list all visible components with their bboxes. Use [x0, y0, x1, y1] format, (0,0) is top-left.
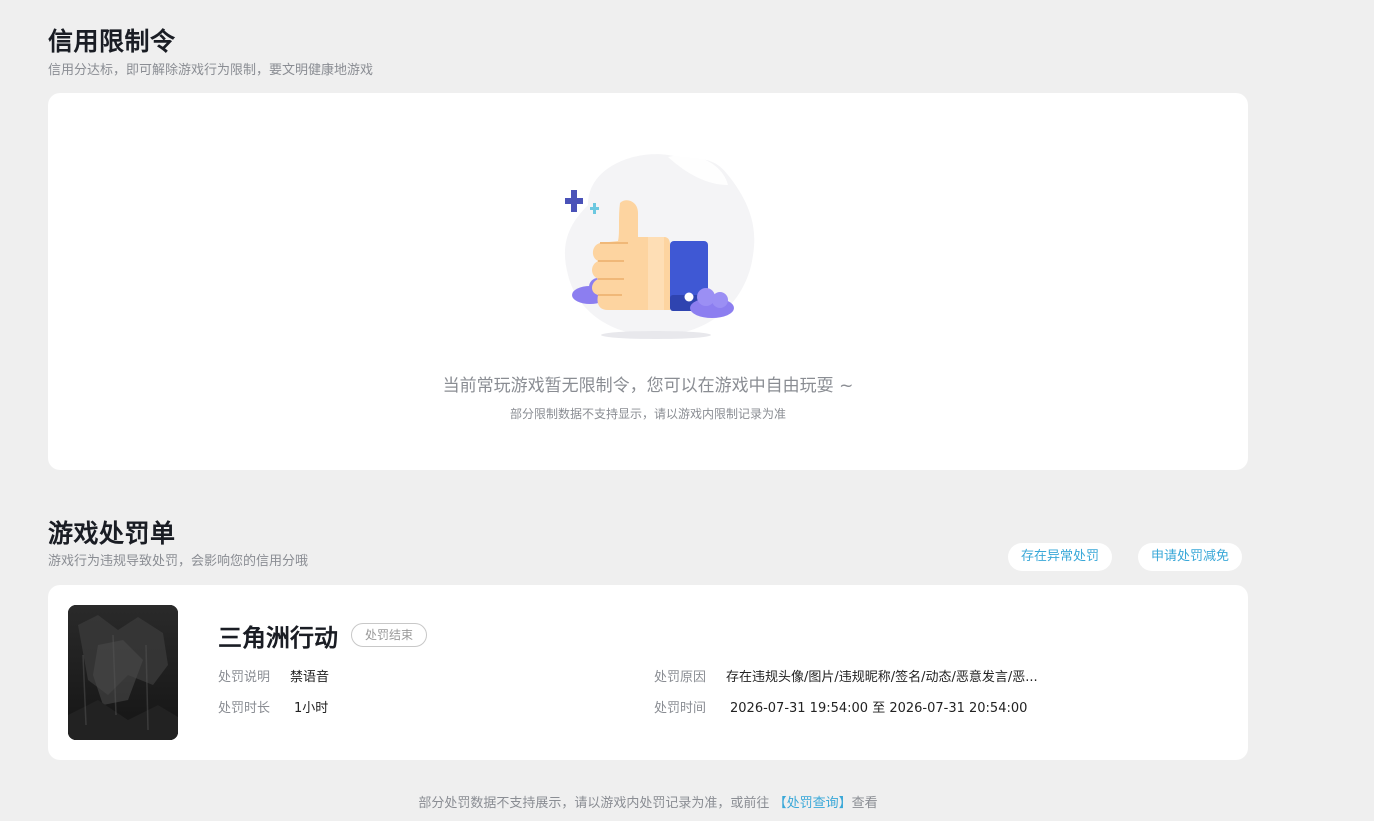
- footer-note: 部分处罚数据不支持展示，请以游戏内处罚记录为准，或前往 【处罚查询】查看: [0, 792, 1296, 811]
- thumbs-up-icon: [564, 154, 755, 339]
- penalty-section-title: 游戏处罚单: [48, 519, 176, 548]
- page: 信用限制令 信用分达标，即可解除游戏行为限制，要文明健康地游戏 当前常玩游戏暂无…: [0, 0, 1374, 821]
- status-badge: 处罚结束: [351, 623, 428, 647]
- footer-suffix: 查看: [851, 796, 878, 811]
- game-cover-image: [68, 605, 178, 740]
- reason-label: 处罚原因: [654, 670, 707, 685]
- appeal-reduction-button[interactable]: 申请处罚减免: [1138, 543, 1243, 571]
- desc-value: 禁语音: [290, 670, 330, 685]
- time-value: 2026-07-31 19:54:00 至 2026-07-31 20:54:0…: [730, 701, 1028, 716]
- penalty-query-link[interactable]: 【处罚查询】: [774, 796, 852, 811]
- duration-label: 处罚时长: [218, 701, 271, 716]
- credit-empty-card: 当前常玩游戏暂无限制令，您可以在游戏中自由玩耍 ~ 部分限制数据不支持显示，请以…: [48, 93, 1248, 470]
- game-name: 三角洲行动: [218, 624, 338, 652]
- reason-value: 存在违规头像/图片/违规昵称/签名/动态/恶意发言/恶...: [726, 670, 1038, 685]
- empty-state-note: 部分限制数据不支持显示，请以游戏内限制记录为准: [509, 407, 786, 421]
- abnormal-penalty-button[interactable]: 存在异常处罚: [1008, 543, 1113, 571]
- empty-state-message: 当前常玩游戏暂无限制令，您可以在游戏中自由玩耍 ~: [442, 376, 854, 396]
- footer-prefix: 部分处罚数据不支持展示，请以游戏内处罚记录为准，或前往: [418, 796, 770, 811]
- penalty-record-card[interactable]: 三角洲行动 处罚结束 处罚说明 禁语音 处罚时长 1小时 处罚原因 存在违规头像…: [48, 585, 1248, 760]
- penalty-section-subtitle: 游戏行为违规导致处罚，会影响您的信用分哦: [48, 554, 309, 569]
- duration-value: 1小时: [294, 701, 329, 716]
- credit-section-subtitle: 信用分达标，即可解除游戏行为限制，要文明健康地游戏: [48, 63, 374, 78]
- time-label: 处罚时间: [654, 701, 707, 716]
- credit-section-title: 信用限制令: [48, 27, 176, 56]
- desc-label: 处罚说明: [218, 670, 271, 685]
